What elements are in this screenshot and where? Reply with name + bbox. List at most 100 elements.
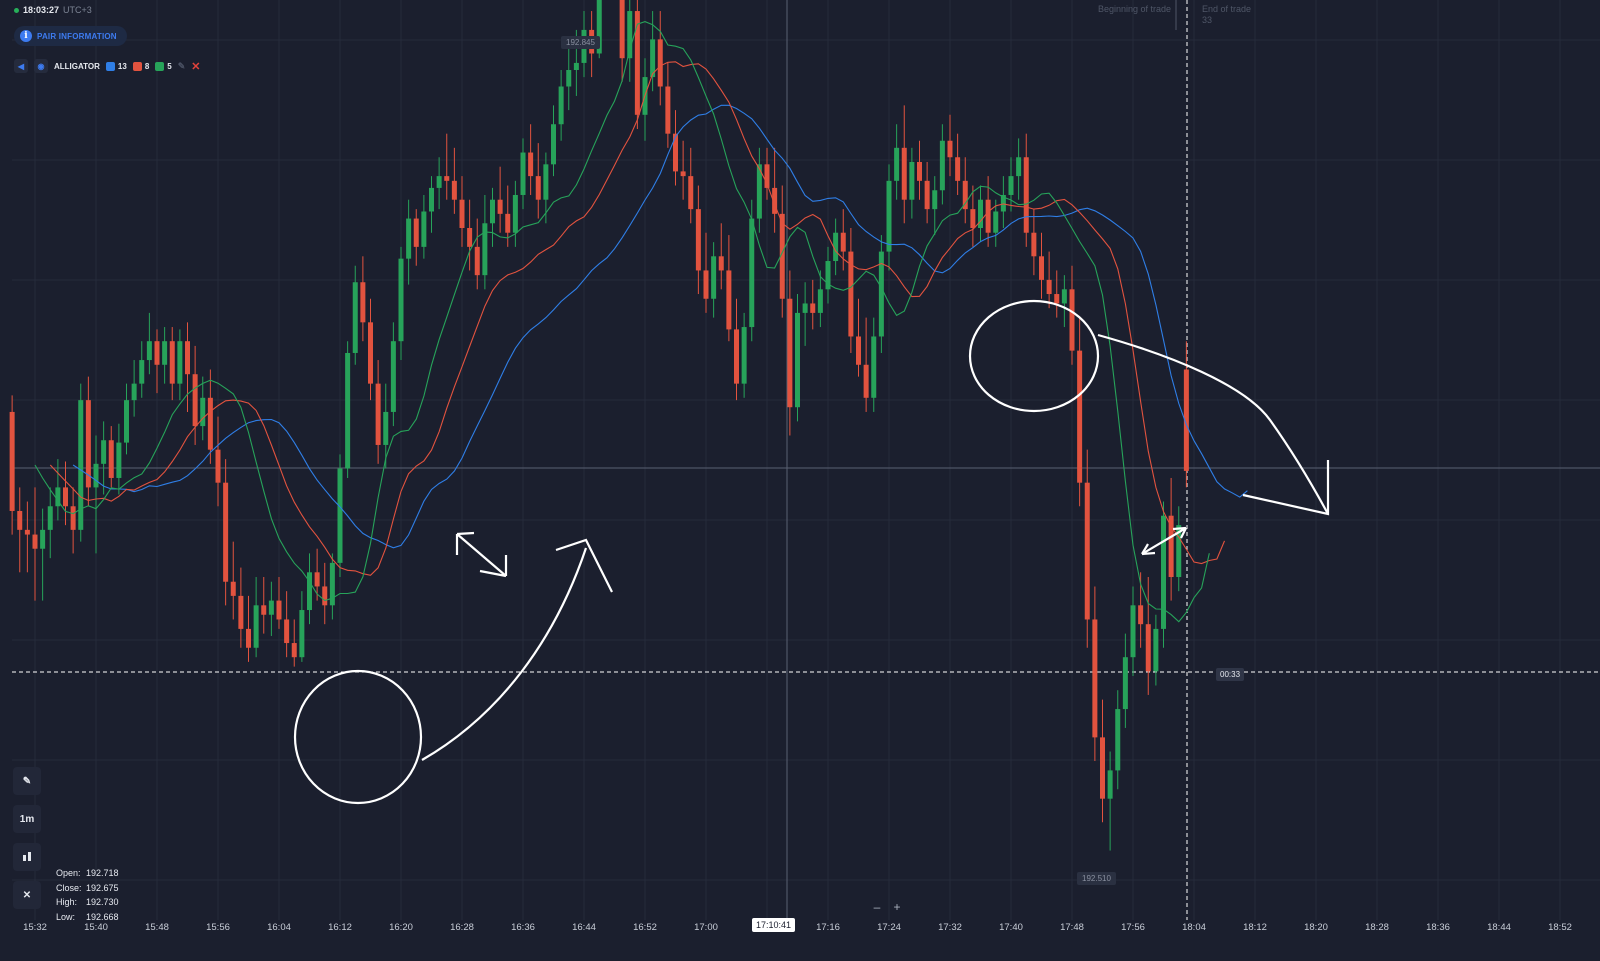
candle-body [939,140,945,191]
candle-body [444,176,450,181]
timezone: UTC+3 [63,5,92,15]
candle [863,317,869,412]
candle [802,282,808,346]
candle [375,360,381,464]
candle-body [383,411,389,445]
time-axis-label: 17:00 [694,922,718,933]
candle-body [146,341,152,361]
time-axis-label: 17:56 [1121,922,1145,933]
candle-body [901,147,907,200]
collapse-arrow-icon[interactable]: ◀ [14,59,28,73]
candle-body [711,256,717,299]
pair-information-label: PAIR INFORMATION [37,31,117,41]
time-axis-label: 16:36 [511,922,535,933]
drawing-pencil-button[interactable]: ✎ [13,767,41,795]
close-label: Close: [56,882,82,893]
candle-body [1016,157,1022,177]
candles-icon [23,852,31,861]
candle-body [1069,289,1075,351]
visibility-eye-icon[interactable]: ◉ [34,59,48,73]
candle [124,383,129,455]
time-axis-label: 18:36 [1426,922,1450,933]
candle-body [368,322,373,384]
zoom-in-button[interactable]: + [890,900,904,914]
candle-body [993,211,999,233]
candle [703,232,709,313]
candle [894,124,900,200]
left-toolbar: ✎ 1m ✕ [13,767,41,909]
candle-body [215,449,221,483]
candle [962,157,968,224]
candle [307,553,312,625]
candle [85,376,91,507]
candle-body [207,397,213,450]
candle [154,329,160,394]
teeth-period: 8 [144,61,150,71]
candle-body [162,341,168,365]
candle [360,256,366,342]
candle [390,322,396,427]
candle-body [932,190,938,210]
timeframe-button[interactable]: 1m [13,805,41,833]
candle-body [1138,605,1144,625]
candle [1145,577,1151,695]
candle [108,426,114,488]
remove-indicator-close-icon[interactable]: ✕ [191,60,200,73]
clock: 18:03:27 [23,5,60,15]
pair-information-button[interactable]: i PAIR INFORMATION [14,26,127,46]
candle [139,341,145,398]
candle-body [787,298,793,408]
time-axis-label: 15:56 [206,922,230,933]
candle-body [1061,289,1067,304]
candle-body [520,152,526,195]
end-of-trade-text: End of trade [1202,4,1252,14]
candle [337,454,343,578]
candle [901,105,907,224]
candle-body [375,383,381,445]
candle [162,327,168,384]
candle-body [634,11,640,115]
candle [246,595,251,662]
chart-area[interactable] [0,0,1600,961]
candle [322,562,328,625]
indicator-legend: ◀ ◉ ALLIGATOR 13 8 5 ✎ ✕ [14,59,201,73]
zoom-out-button[interactable]: – [870,900,884,914]
candle-body [17,510,23,530]
time-axis-label: 18:20 [1304,922,1328,933]
candle-body [802,303,808,313]
candle-body [451,180,457,200]
candle [398,246,404,361]
open-value: 192.718 [86,868,119,878]
candle-body [307,572,312,611]
candle-body [238,595,244,629]
candle [871,317,877,412]
candle [1100,699,1105,823]
candle-body [398,258,404,342]
candle-body [1084,482,1090,620]
chart-type-button[interactable] [13,843,41,871]
high-price-tag: 192.845 [561,36,600,49]
candle [169,327,175,401]
candle-body [680,171,686,177]
indicators-button[interactable]: ✕ [13,881,41,909]
candle [558,70,564,141]
annotation-circle-left [293,669,423,805]
price-chart[interactable] [0,0,1600,961]
candle-body [9,411,15,511]
candle-body [1077,350,1083,483]
candle-body [1023,157,1029,233]
annotation-small-arrow [455,531,508,578]
candle-body [1046,279,1052,295]
time-axis-label: 18:12 [1243,922,1267,933]
candle [665,62,671,148]
candle-body [1153,628,1159,672]
candle [1008,157,1014,212]
candle [1023,133,1029,247]
candle-body [390,341,396,412]
candle-body [856,336,861,365]
candle-body [917,161,922,181]
candle [1161,501,1166,648]
candle [939,124,945,205]
candle-body [177,341,183,384]
edit-pencil-icon[interactable]: ✎ [178,61,186,72]
